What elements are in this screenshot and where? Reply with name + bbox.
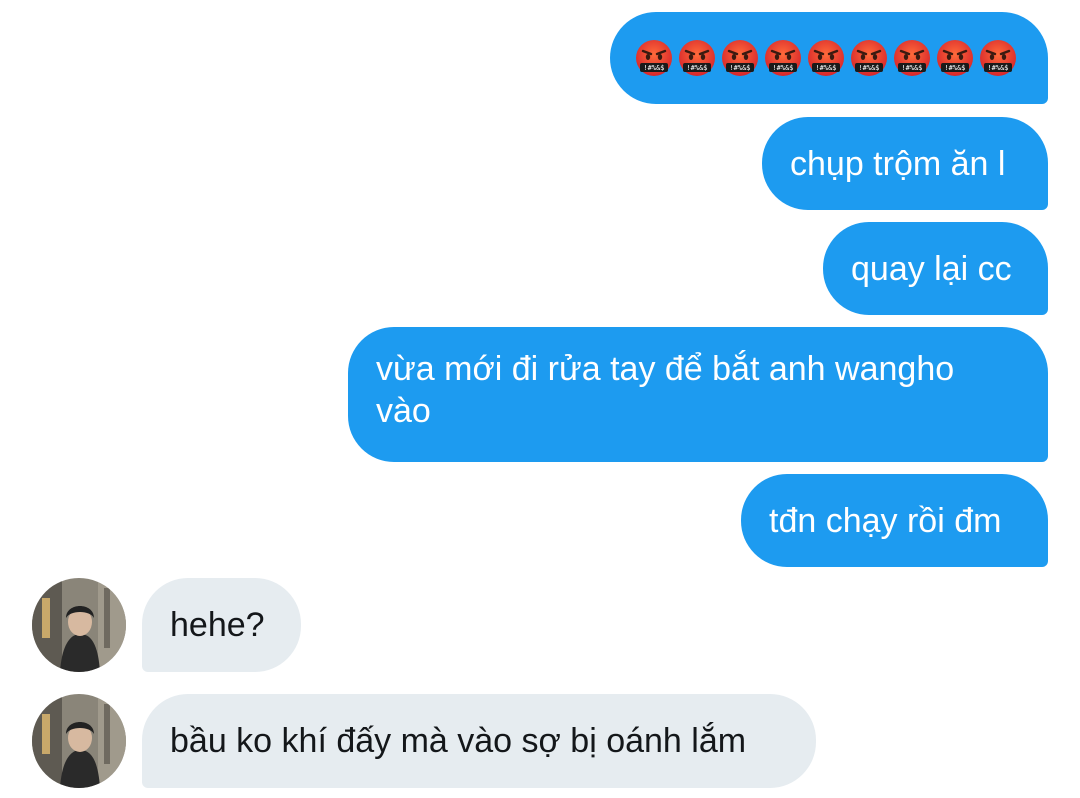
svg-text:!#%&$: !#%&$ (987, 64, 1008, 72)
face-with-symbols-on-mouth-icon: !#%&$ (978, 38, 1018, 78)
svg-text:!#%&$: !#%&$ (772, 64, 793, 72)
outgoing-message-3[interactable]: vừa mới đi rửa tay để bắt anh wangho vào (348, 327, 1048, 462)
face-with-symbols-on-mouth-icon: !#%&$ (806, 38, 846, 78)
svg-text:!#%&$: !#%&$ (901, 64, 922, 72)
contact-avatar[interactable] (32, 694, 126, 788)
outgoing-message-4[interactable]: tđn chạy rồi đm (741, 474, 1048, 567)
svg-text:!#%&$: !#%&$ (815, 64, 836, 72)
face-with-symbols-on-mouth-icon: !#%&$ (634, 38, 674, 78)
message-text: quay lại cc (851, 249, 1012, 288)
svg-text:!#%&$: !#%&$ (944, 64, 965, 72)
incoming-message-2[interactable]: bầu ko khí đấy mà vào sợ bị oánh lắm (142, 694, 816, 788)
face-with-symbols-on-mouth-icon: !#%&$ (935, 38, 975, 78)
svg-text:!#%&$: !#%&$ (729, 64, 750, 72)
emoji-row: !#%&$ !#%&$ !#%&$ !#%&$ !#%&$ !#%&$ !#%&$ !#%&$… (634, 38, 1018, 78)
message-text: bầu ko khí đấy mà vào sợ bị oánh lắm (170, 722, 747, 760)
message-text: vừa mới đi rửa tay để bắt anh wangho vào (376, 350, 955, 430)
face-with-symbols-on-mouth-icon: !#%&$ (892, 38, 932, 78)
incoming-message-1[interactable]: hehe? (142, 578, 301, 672)
face-with-symbols-on-mouth-icon: !#%&$ (720, 38, 760, 78)
face-with-symbols-on-mouth-icon: !#%&$ (677, 38, 717, 78)
face-with-symbols-on-mouth-icon: !#%&$ (849, 38, 889, 78)
contact-avatar[interactable] (32, 578, 126, 672)
svg-text:!#%&$: !#%&$ (858, 64, 879, 72)
message-text: chụp trộm ăn l (790, 144, 1006, 183)
avatar-photo-icon (32, 694, 126, 788)
svg-text:!#%&$: !#%&$ (686, 64, 707, 72)
outgoing-message-emoji[interactable]: !#%&$ !#%&$ !#%&$ !#%&$ !#%&$ !#%&$ !#%&$ !#%&$… (610, 12, 1048, 104)
svg-text:!#%&$: !#%&$ (643, 64, 664, 72)
outgoing-message-1[interactable]: chụp trộm ăn l (762, 117, 1048, 210)
outgoing-message-2[interactable]: quay lại cc (823, 222, 1048, 315)
message-text: hehe? (170, 606, 265, 644)
avatar-photo-icon (32, 578, 126, 672)
face-with-symbols-on-mouth-icon: !#%&$ (763, 38, 803, 78)
message-text: tđn chạy rồi đm (769, 501, 1002, 540)
